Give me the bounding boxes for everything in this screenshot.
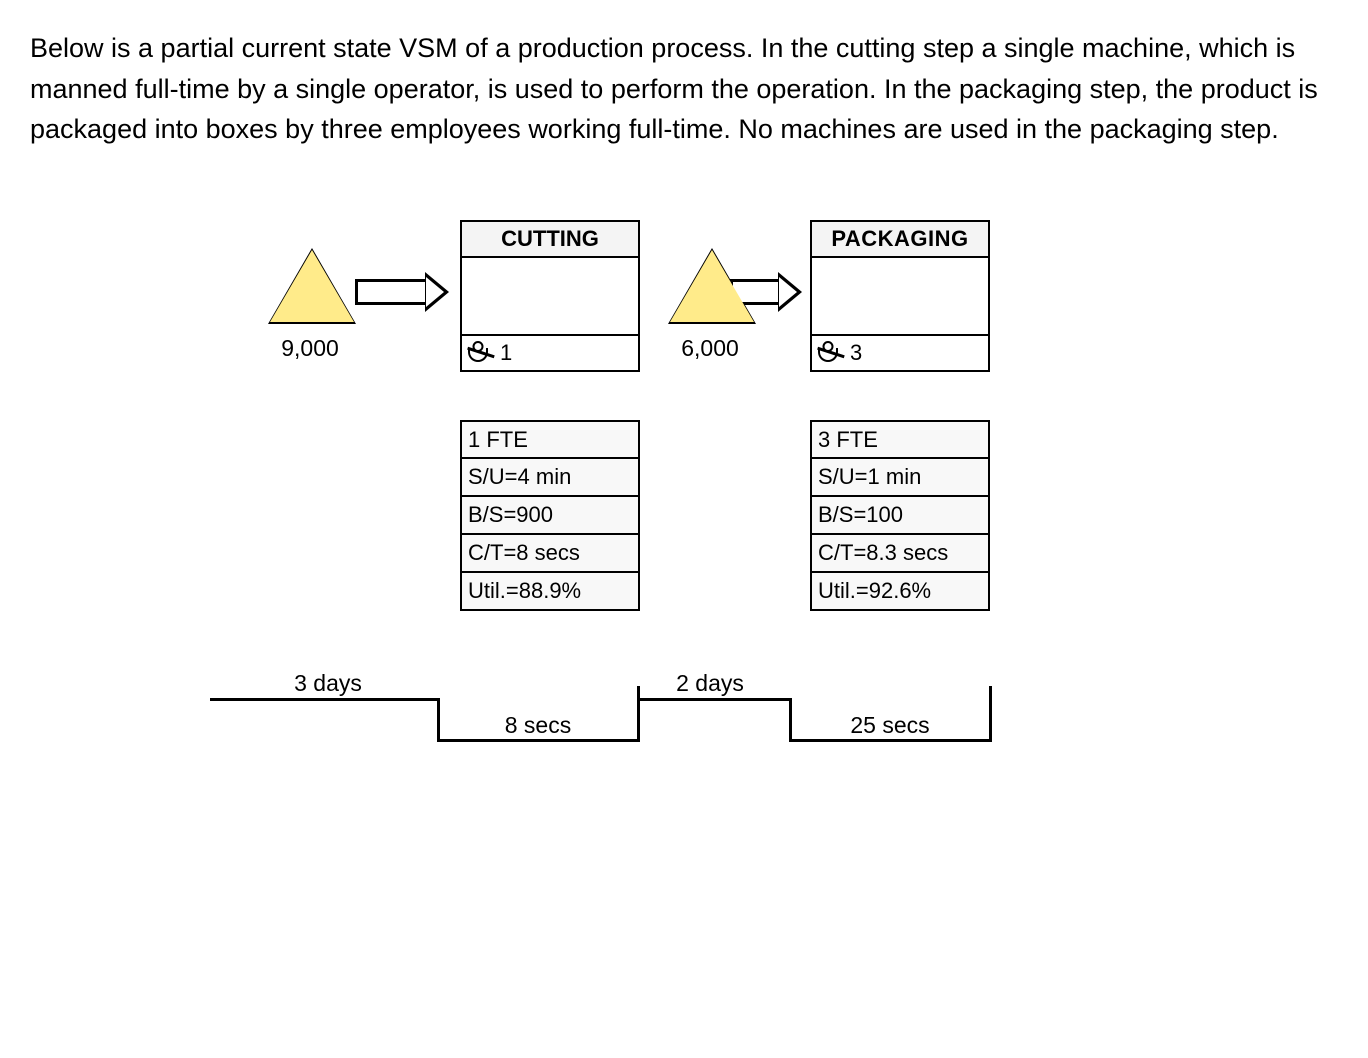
inventory-qty-2: 6,000	[650, 335, 770, 362]
process-packaging-title: PACKAGING	[812, 222, 988, 258]
question-text: Below is a partial current state VSM of …	[30, 28, 1330, 150]
timeline-line	[437, 698, 440, 742]
push-arrow-1	[355, 272, 449, 312]
vsm-diagram: 9,000 CUTTING 1 1 FTE S/U=4 min B/S=900 …	[230, 220, 1210, 770]
packaging-data-row: 3 FTE	[812, 422, 988, 460]
inventory-triangle-2	[670, 250, 754, 322]
cutting-data-row: Util.=88.9%	[462, 573, 638, 609]
timeline-lead-2: 2 days	[660, 670, 760, 697]
packaging-data-row: B/S=100	[812, 497, 988, 535]
packaging-operator-count: 3	[850, 340, 862, 366]
inventory-triangle-1	[270, 250, 354, 322]
cutting-data-row: S/U=4 min	[462, 459, 638, 497]
process-cutting-title: CUTTING	[462, 222, 638, 258]
timeline-line	[210, 698, 440, 701]
packaging-data-row: S/U=1 min	[812, 459, 988, 497]
cutting-data-row: B/S=900	[462, 497, 638, 535]
process-cutting: CUTTING 1	[460, 220, 640, 372]
timeline-line	[989, 686, 992, 742]
operator-icon	[468, 348, 488, 362]
cutting-data-row: 1 FTE	[462, 422, 638, 460]
packaging-data-row: C/T=8.3 secs	[812, 535, 988, 573]
process-packaging: PACKAGING 3	[810, 220, 990, 372]
timeline-line	[437, 739, 640, 742]
timeline-line	[789, 698, 792, 742]
timeline-lead-1: 3 days	[278, 670, 378, 697]
timeline-line	[637, 686, 640, 742]
timeline-va-2: 25 secs	[840, 712, 940, 739]
timeline-va-1: 8 secs	[488, 712, 588, 739]
operator-icon	[818, 348, 838, 362]
cutting-data-box: 1 FTE S/U=4 min B/S=900 C/T=8 secs Util.…	[460, 420, 640, 611]
packaging-data-box: 3 FTE S/U=1 min B/S=100 C/T=8.3 secs Uti…	[810, 420, 990, 611]
inventory-qty-1: 9,000	[250, 335, 370, 362]
packaging-operator-row: 3	[812, 336, 988, 370]
cutting-operator-count: 1	[500, 340, 512, 366]
cutting-operator-row: 1	[462, 336, 638, 370]
timeline-line	[789, 739, 992, 742]
timeline-line	[637, 698, 792, 701]
cutting-data-row: C/T=8 secs	[462, 535, 638, 573]
packaging-data-row: Util.=92.6%	[812, 573, 988, 609]
